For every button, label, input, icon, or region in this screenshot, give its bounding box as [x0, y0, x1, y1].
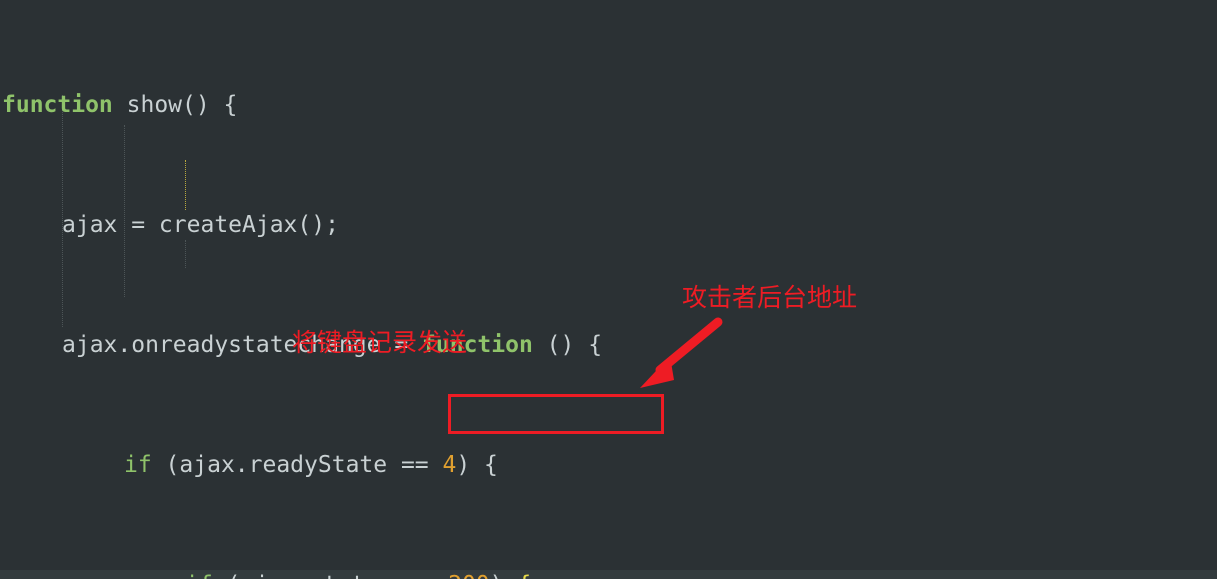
token-number-4: 4: [442, 452, 457, 478]
token-line3-b: () {: [532, 332, 603, 358]
token-line5-b: ): [490, 572, 518, 579]
token-line2: ajax = createAjax();: [62, 212, 339, 238]
annotation-attacker-address: 攻击者后台地址: [682, 283, 858, 312]
annotation-send-keylog: 将键盘记录发送: [292, 328, 468, 357]
token-line4-b: ) {: [456, 452, 498, 478]
code-line-1: function show() {: [0, 90, 1217, 120]
token-keyword-if-outer: if: [124, 452, 152, 478]
token-number-200: 200: [448, 572, 490, 579]
token-line4-a: (ajax.readyState ==: [151, 452, 443, 478]
code-line-4: if (ajax.readyState == 4) {: [0, 450, 1217, 480]
token-matched-brace-open: {: [517, 572, 531, 579]
code-line-2: ajax = createAjax();: [0, 210, 1217, 240]
token-keyword-if-inner: if: [185, 572, 213, 579]
code-line-3: ajax.onreadystatechange = function () {: [0, 330, 1217, 360]
code-block: function show() { ajax = createAjax(); a…: [0, 0, 1217, 579]
token-line1-rest: show() {: [112, 92, 238, 118]
token-line5-a: (ajax.status ==: [213, 572, 448, 579]
token-keyword-function: function: [2, 92, 113, 118]
code-screenshot: function show() { ajax = createAjax(); a…: [0, 0, 1217, 579]
code-line-5-highlighted: if (ajax.status == 200) {: [0, 570, 1217, 579]
